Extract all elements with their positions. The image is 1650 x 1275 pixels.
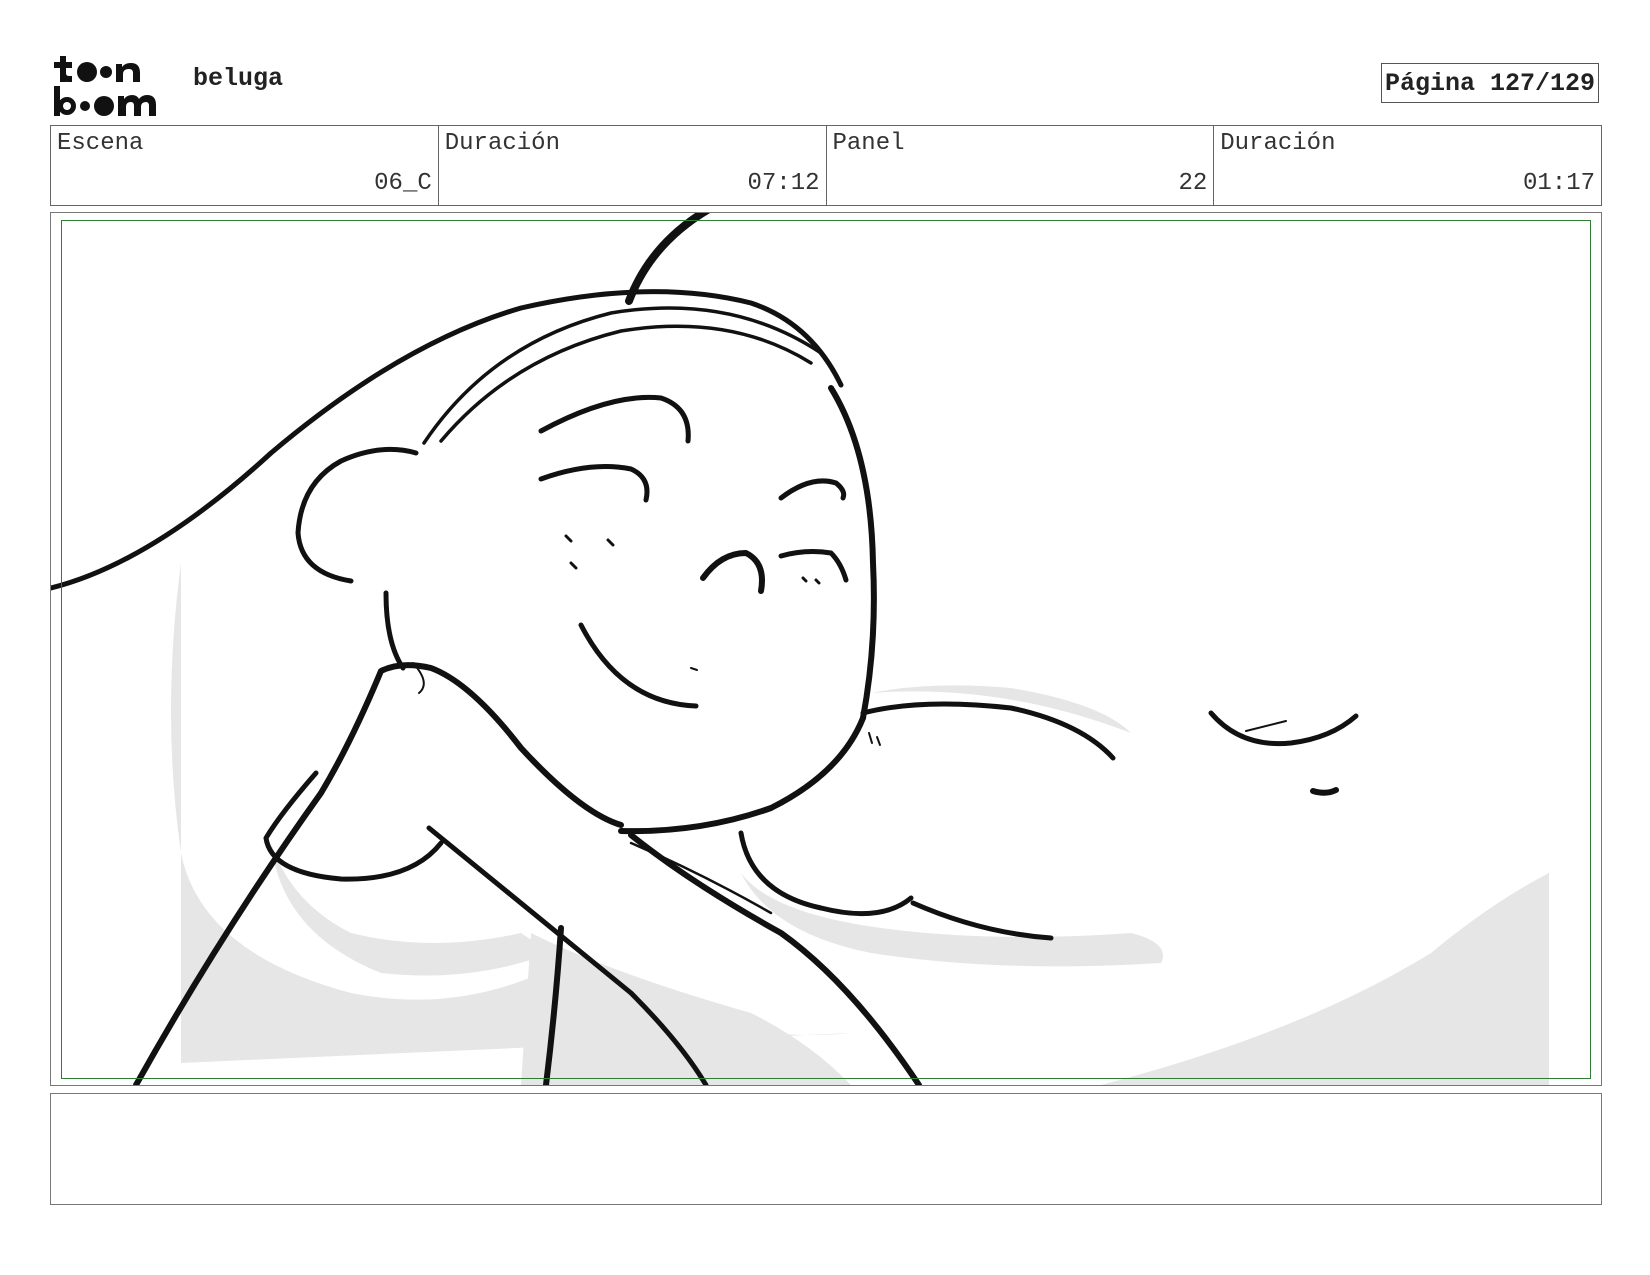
panel-cell: Panel 22 <box>827 126 1215 205</box>
panel-duration-value: 01:17 <box>1522 170 1595 197</box>
scene-info-table: Escena 06_C Duración 07:12 Panel 22 Dura… <box>50 125 1602 206</box>
panel-label: Panel <box>832 130 905 157</box>
scene-label: Escena <box>57 130 144 157</box>
scene-duration-value: 07:12 <box>747 170 820 197</box>
scene-cell: Escena 06_C <box>51 126 439 205</box>
panel-notes-box[interactable] <box>50 1093 1602 1205</box>
panel-sketch-drawing <box>51 213 1549 1085</box>
toon-boom-logo <box>54 56 156 116</box>
panel-value: 22 <box>1178 170 1208 197</box>
scene-value: 06_C <box>374 170 432 197</box>
panel-duration-cell: Duración 01:17 <box>1214 126 1601 205</box>
scene-duration-cell: Duración 07:12 <box>439 126 827 205</box>
page-indicator: Página 127/129 <box>1381 63 1599 103</box>
project-title: beluga <box>193 64 284 93</box>
scene-duration-label: Duración <box>444 130 560 157</box>
panel-duration-label: Duración <box>1220 130 1336 157</box>
